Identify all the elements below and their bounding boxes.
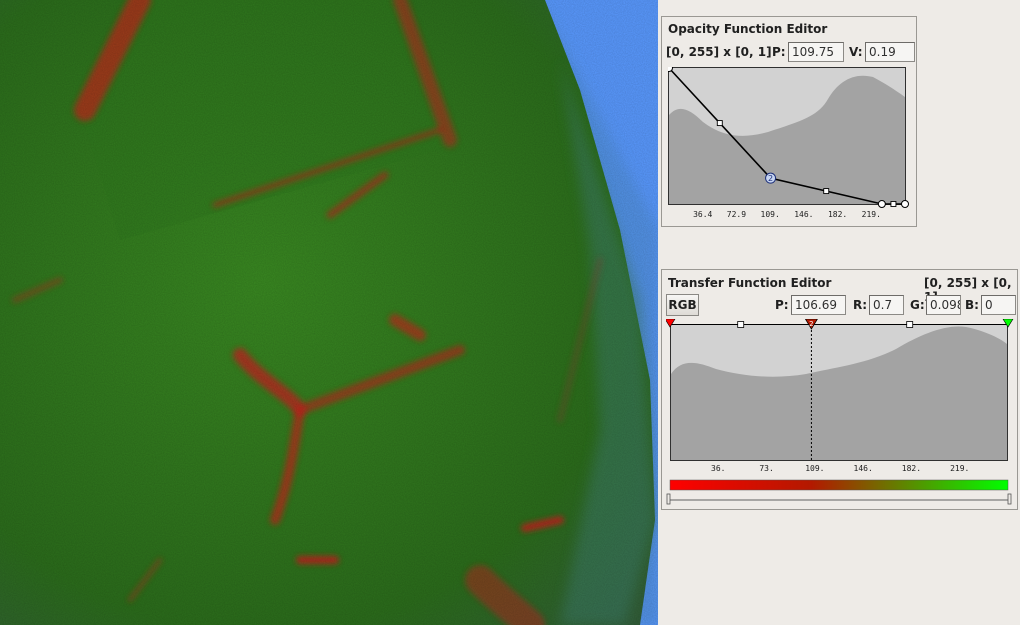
opacity-p-field[interactable]: 109.75 bbox=[788, 42, 844, 62]
transfer-midpoint-handle[interactable] bbox=[906, 321, 914, 328]
opacity-axis-tick-label: 146. bbox=[794, 210, 813, 219]
transfer-b-label: B: bbox=[965, 298, 979, 312]
opacity-axis-tick-label: 36.4 bbox=[693, 210, 712, 219]
volume-render-viewport[interactable] bbox=[0, 0, 658, 625]
opacity-axis-tick-label: 109. bbox=[761, 210, 780, 219]
transfer-r-field[interactable]: 0.7 bbox=[869, 295, 904, 315]
opacity-point[interactable] bbox=[668, 67, 673, 72]
opacity-point[interactable] bbox=[901, 200, 909, 208]
opacity-midpoint-handle[interactable] bbox=[716, 120, 723, 127]
opacity-p-label: P: bbox=[772, 45, 786, 59]
transfer-function-graph[interactable]: 2 36. 73. 109. 146. 182. 219. bbox=[666, 319, 1016, 507]
rgb-mode-button[interactable]: RGB bbox=[666, 294, 699, 316]
transfer-g-label: G: bbox=[910, 298, 925, 312]
transfer-axis-tick-label: 182. bbox=[902, 464, 921, 473]
opacity-v-label: V: bbox=[849, 45, 863, 59]
opacity-axis-tick-label: 182. bbox=[828, 210, 847, 219]
transfer-point-selected-label: 2 bbox=[809, 320, 813, 328]
transfer-g-field[interactable]: 0.098 bbox=[926, 295, 961, 315]
range-slider[interactable] bbox=[666, 493, 1012, 505]
transfer-p-field[interactable]: 106.69 bbox=[791, 295, 846, 315]
color-map-bar bbox=[669, 479, 1009, 491]
range-slider-left-handle[interactable] bbox=[666, 493, 671, 505]
transfer-p-label: P: bbox=[775, 298, 789, 312]
transfer-axis-tick-label: 146. bbox=[854, 464, 873, 473]
opacity-midpoint-handle[interactable] bbox=[890, 201, 897, 207]
opacity-axis-tick-label: 219. bbox=[862, 210, 881, 219]
volume-render-image bbox=[0, 0, 658, 625]
range-slider-right-handle[interactable] bbox=[1007, 493, 1012, 505]
opacity-point-selected-label: 2 bbox=[768, 174, 773, 183]
transfer-function-editor: Transfer Function Editor [0, 255] x [0, … bbox=[661, 269, 1018, 510]
transfer-axis-tick-label: 36. bbox=[711, 464, 725, 473]
opacity-range-label: [0, 255] x [0, 1] bbox=[666, 45, 772, 59]
transfer-editor-title: Transfer Function Editor bbox=[668, 276, 832, 290]
transfer-axis-tick-label: 109. bbox=[805, 464, 824, 473]
transfer-b-field[interactable]: 0 bbox=[981, 295, 1016, 315]
opacity-point[interactable] bbox=[877, 200, 886, 208]
opacity-v-field[interactable]: 0.19 bbox=[865, 42, 915, 62]
transfer-r-label: R: bbox=[853, 298, 868, 312]
opacity-midpoint-handle[interactable] bbox=[823, 188, 830, 195]
transfer-axis-tick-label: 73. bbox=[759, 464, 773, 473]
transfer-axis-tick-label: 219. bbox=[950, 464, 969, 473]
opacity-function-graph[interactable]: 2 36.4 72.9 109. 146. 182. 219. bbox=[668, 67, 914, 227]
transfer-midpoint-handle[interactable] bbox=[737, 321, 745, 328]
opacity-editor-title: Opacity Function Editor bbox=[668, 22, 828, 36]
function-editor-panel: Opacity Function Editor [0, 255] x [0, 1… bbox=[658, 0, 1020, 625]
opacity-axis-tick-label: 72.9 bbox=[727, 210, 746, 219]
opacity-function-editor: Opacity Function Editor [0, 255] x [0, 1… bbox=[661, 16, 917, 227]
